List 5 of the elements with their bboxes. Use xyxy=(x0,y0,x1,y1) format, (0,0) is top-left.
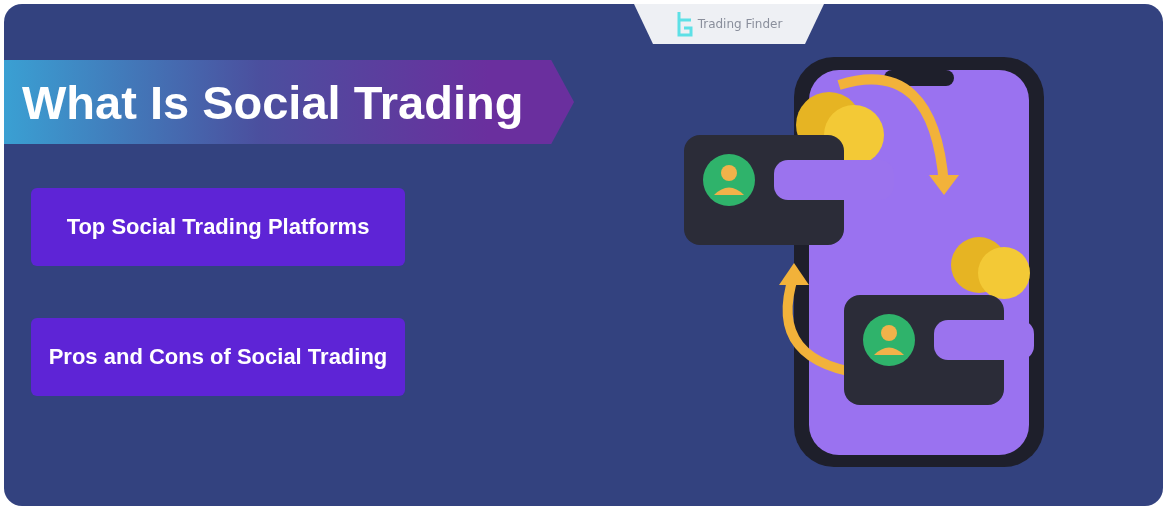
banner-title: What Is Social Trading xyxy=(22,74,524,130)
topic-label: Top Social Trading Platforms xyxy=(31,188,405,266)
logo-icon xyxy=(675,11,694,37)
logo-text: Trading Finder xyxy=(697,17,783,31)
topic-label: Pros and Cons of Social Trading xyxy=(31,318,405,396)
